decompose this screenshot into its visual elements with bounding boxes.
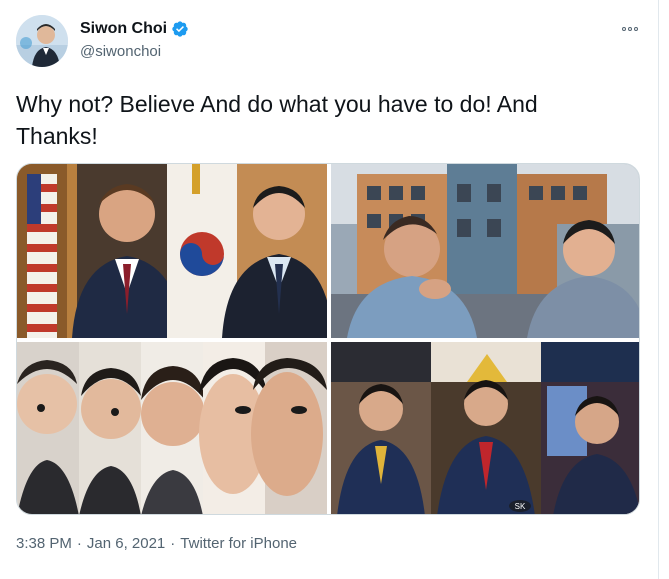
verified-badge-icon bbox=[172, 21, 188, 37]
tweet-text-line: Why not? Believe And do what you have to… bbox=[16, 91, 538, 117]
dot-icon bbox=[634, 27, 638, 31]
photo-4[interactable]: SK bbox=[331, 342, 640, 515]
avatar-image bbox=[16, 15, 68, 67]
photo-3[interactable] bbox=[17, 342, 327, 515]
tweet-date[interactable]: Jan 6, 2021 bbox=[87, 535, 165, 552]
photo-2[interactable] bbox=[331, 164, 640, 338]
photo-1[interactable] bbox=[17, 164, 333, 338]
more-options-button[interactable] bbox=[618, 20, 642, 38]
author-row: Siwon Choi bbox=[80, 20, 189, 38]
dot-icon bbox=[628, 27, 632, 31]
grid-gap bbox=[17, 338, 639, 342]
meta-separator: · bbox=[76, 535, 82, 552]
tweet-card: Siwon Choi @siwonchoi Why not? Believe A… bbox=[0, 0, 659, 579]
tweet-text-line: Thanks! bbox=[16, 123, 98, 149]
tweet-text: Why not? Believe And do what you have to… bbox=[16, 88, 636, 152]
tweet-time[interactable]: 3:38 PM bbox=[16, 535, 72, 552]
media-grid[interactable]: SK bbox=[16, 163, 640, 515]
tweet-source[interactable]: Twitter for iPhone bbox=[180, 535, 297, 552]
meta-separator: · bbox=[170, 535, 176, 552]
author-name[interactable]: Siwon Choi bbox=[80, 20, 167, 38]
author-handle[interactable]: @siwonchoi bbox=[80, 43, 161, 60]
photo-watermark-text: SK bbox=[515, 502, 526, 511]
dot-icon bbox=[622, 27, 626, 31]
tweet-meta: 3:38 PM · Jan 6, 2021 · Twitter for iPho… bbox=[16, 535, 297, 552]
avatar[interactable] bbox=[16, 15, 68, 67]
photo-watermark-logo: SK bbox=[509, 500, 531, 512]
